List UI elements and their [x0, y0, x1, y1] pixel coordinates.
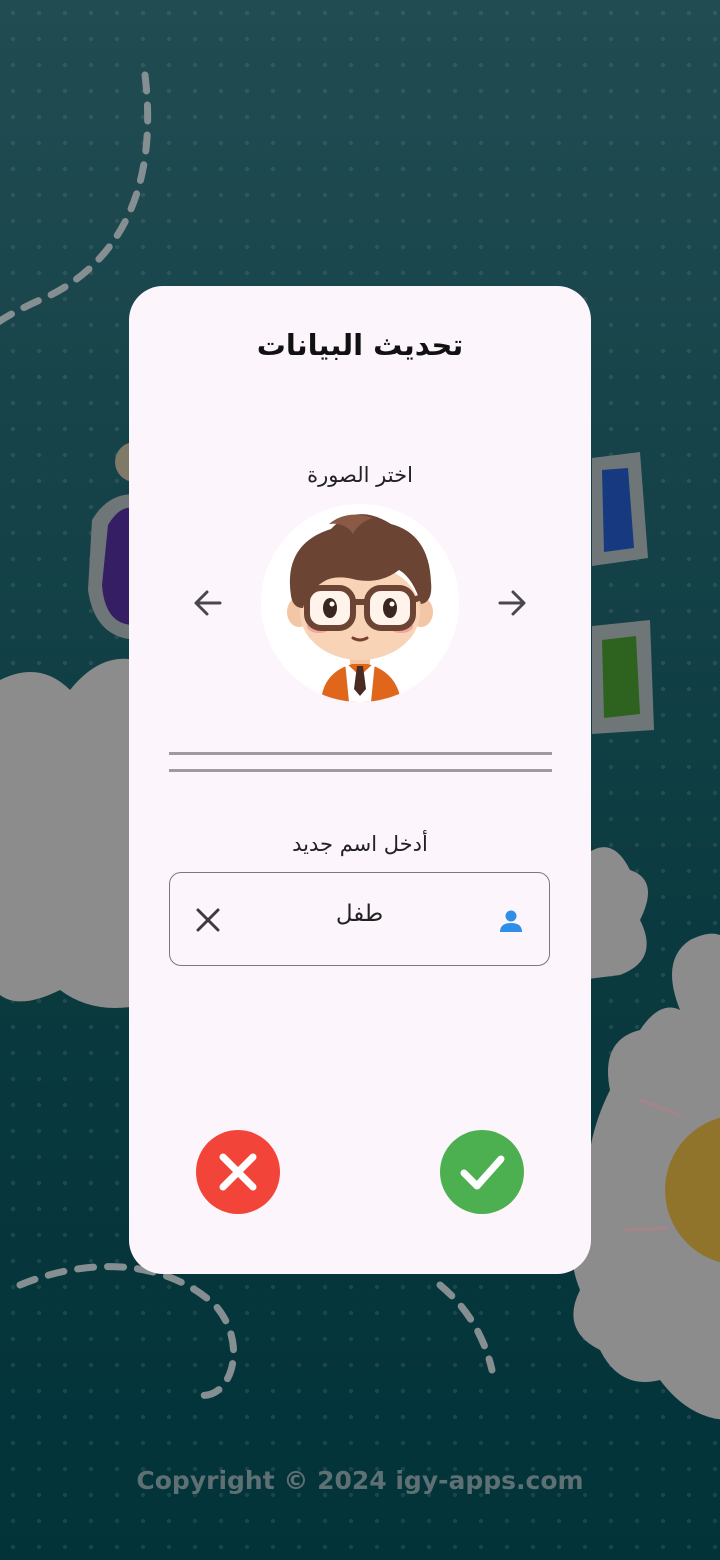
copyright-text: Copyright © 2024 igy-apps.com: [136, 1466, 584, 1495]
clear-name-button[interactable]: [192, 904, 224, 936]
confirm-button[interactable]: [440, 1130, 524, 1214]
previous-avatar-button[interactable]: [188, 583, 228, 623]
name-field-label: أدخل اسم جديد: [292, 832, 428, 856]
name-input[interactable]: طفل: [169, 872, 550, 966]
close-icon: [219, 1153, 257, 1191]
arrow-left-icon: [194, 590, 222, 616]
arrow-right-icon: [498, 590, 526, 616]
next-avatar-button[interactable]: [492, 583, 532, 623]
cancel-button[interactable]: [196, 1130, 280, 1214]
person-icon: [500, 910, 522, 932]
image-picker-label: اختر الصورة: [307, 463, 413, 487]
update-profile-dialog: [129, 286, 591, 1274]
divider: [169, 769, 552, 772]
avatar-preview: [261, 504, 459, 702]
check-icon: [460, 1155, 505, 1190]
boy-with-glasses-avatar: [287, 514, 433, 702]
name-input-value: طفل: [335, 901, 384, 927]
dialog-title: تحديث البيانات: [256, 328, 464, 362]
close-icon: [196, 908, 220, 932]
divider: [169, 752, 552, 755]
